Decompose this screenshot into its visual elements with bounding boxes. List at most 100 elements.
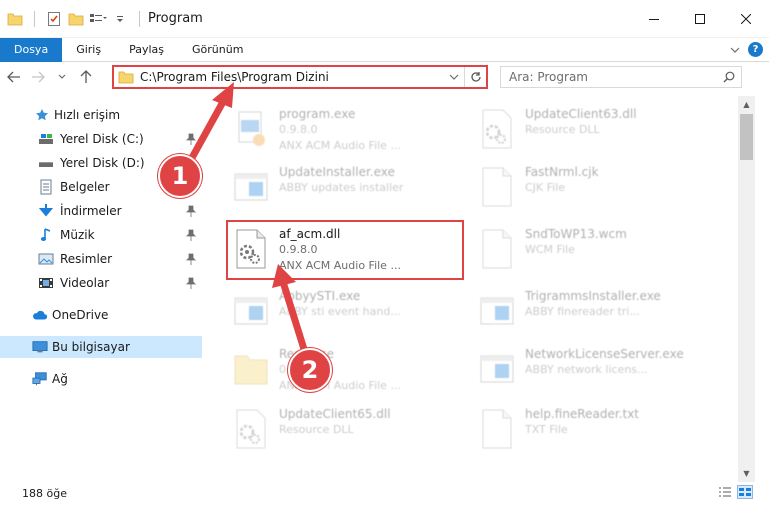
sidebar-item-label: Videolar bbox=[60, 276, 110, 290]
address-path[interactable]: C:\Program Files\Program Dizini bbox=[140, 70, 444, 84]
tiles-view-icon[interactable] bbox=[737, 485, 753, 499]
maximize-icon[interactable] bbox=[677, 0, 723, 38]
file-name: SndToWP13.wcm bbox=[525, 227, 627, 241]
sidebar-item-label: OneDrive bbox=[52, 308, 109, 322]
sidebar-item-music[interactable]: Müzik bbox=[0, 224, 202, 246]
file-description: ABBY finereader tri... bbox=[525, 305, 640, 318]
drive-icon bbox=[38, 155, 54, 171]
sidebar-item-label: Yerel Disk (C:) bbox=[60, 132, 144, 146]
step-badge-2: 2 bbox=[288, 348, 332, 392]
file-description: ABBY network licens... bbox=[525, 363, 648, 376]
file-description: ABBY sti event hand... bbox=[279, 305, 401, 318]
file-description: Resource DLL bbox=[525, 123, 600, 136]
address-dropdown-icon[interactable] bbox=[444, 67, 464, 87]
pin-icon[interactable] bbox=[186, 253, 196, 265]
file-name: FastNrml.cjk bbox=[525, 165, 599, 179]
refresh-icon[interactable] bbox=[464, 67, 486, 87]
file-description: WCM File bbox=[525, 243, 575, 256]
sidebar-item-local-disk-c[interactable]: Yerel Disk (C:) bbox=[0, 128, 202, 150]
folder-icon bbox=[118, 70, 134, 84]
help-icon[interactable]: ? bbox=[748, 42, 763, 57]
search-icon[interactable] bbox=[717, 67, 741, 87]
file-name: UpdateClient63.dll bbox=[525, 107, 637, 121]
back-icon[interactable] bbox=[4, 66, 24, 88]
close-icon[interactable] bbox=[723, 0, 769, 38]
download-icon bbox=[38, 203, 54, 219]
sidebar-item-downloads[interactable]: İndirmeler bbox=[0, 200, 202, 222]
toolbar-divider bbox=[139, 10, 140, 27]
file-name: AbbyySTI.exe bbox=[279, 289, 361, 303]
sidebar-item-quick-access[interactable]: Hızlı erişim bbox=[0, 104, 202, 126]
minimize-icon[interactable] bbox=[631, 0, 677, 38]
sidebar-item-this-pc[interactable]: Bu bilgisayar bbox=[0, 336, 202, 358]
quick-access-toolbar bbox=[6, 10, 146, 28]
tab-view[interactable]: Görünüm bbox=[178, 38, 257, 62]
expand-ribbon-icon[interactable] bbox=[730, 43, 740, 57]
address-bar[interactable]: C:\Program Files\Program Dizini bbox=[112, 65, 488, 89]
computer-icon bbox=[32, 339, 48, 355]
sidebar-item-network[interactable]: Ağ bbox=[0, 368, 202, 390]
tab-file[interactable]: Dosya bbox=[0, 37, 63, 62]
window-icon bbox=[480, 297, 514, 325]
star-icon bbox=[34, 107, 50, 123]
file-item[interactable]: UpdateClient65.dll Resource DLL bbox=[231, 402, 471, 460]
highlight-box bbox=[226, 220, 464, 280]
file-name: program.exe bbox=[279, 107, 356, 121]
file-version: 0.9.8.0 bbox=[279, 123, 318, 136]
pin-icon[interactable] bbox=[186, 205, 196, 217]
scroll-down-icon[interactable]: ▼ bbox=[738, 465, 755, 482]
file-item[interactable]: help.fineReader.txt TXT File bbox=[477, 402, 717, 460]
file-item[interactable]: UpdateClient63.dll Resource DLL bbox=[477, 102, 717, 160]
document-icon bbox=[482, 167, 512, 207]
window-icon bbox=[234, 173, 268, 201]
dll-icon bbox=[236, 409, 266, 449]
new-folder-icon[interactable] bbox=[67, 10, 85, 28]
tab-home[interactable]: Giriş bbox=[62, 38, 115, 62]
customize-toolbar-icon[interactable] bbox=[111, 10, 129, 28]
file-name: UpdateInstaller.exe bbox=[279, 165, 395, 179]
file-item[interactable]: SndToWP13.wcm WCM File bbox=[477, 222, 717, 280]
scrollbar-thumb[interactable] bbox=[740, 114, 753, 160]
search-input[interactable]: Ara: Program bbox=[509, 70, 717, 84]
up-icon[interactable] bbox=[76, 66, 96, 88]
toolbar-divider bbox=[34, 10, 35, 27]
forward-icon[interactable] bbox=[28, 66, 48, 88]
file-item[interactable]: FastNrml.cjk CJK File bbox=[477, 160, 717, 218]
sidebar-item-label: Yerel Disk (D:) bbox=[60, 156, 145, 170]
file-item[interactable]: Resource 0.9.8.0 ANX ACM Audio File ... bbox=[231, 342, 471, 400]
sidebar-item-label: Belgeler bbox=[60, 180, 110, 194]
file-description: ABBY updates installer bbox=[279, 181, 404, 194]
sidebar-item-videos[interactable]: Videolar bbox=[0, 272, 202, 294]
tab-share[interactable]: Paylaş bbox=[115, 38, 178, 62]
properties-icon[interactable] bbox=[45, 10, 63, 28]
search-box[interactable]: Ara: Program bbox=[500, 66, 742, 88]
window-title: Program bbox=[148, 11, 203, 26]
status-bar: 188 öğe bbox=[0, 482, 769, 504]
pin-icon[interactable] bbox=[186, 133, 196, 145]
navigation-bar: C:\Program Files\Program Dizini Ara: Pro… bbox=[0, 62, 769, 92]
step-badge-1: 1 bbox=[158, 154, 202, 198]
title-bar: Program bbox=[0, 0, 769, 38]
videos-icon bbox=[38, 275, 54, 291]
exe-icon bbox=[238, 111, 265, 146]
file-item[interactable]: UpdateInstaller.exe ABBY updates install… bbox=[231, 160, 471, 218]
sidebar-item-pictures[interactable]: Resimler bbox=[0, 248, 202, 270]
vertical-scrollbar[interactable]: ▲ ▼ bbox=[738, 96, 755, 482]
sidebar-item-onedrive[interactable]: OneDrive bbox=[0, 304, 202, 326]
file-item[interactable]: AbbyySTI.exe ABBY sti event hand... bbox=[231, 284, 471, 342]
drive-icon bbox=[38, 131, 54, 147]
scroll-up-icon[interactable]: ▲ bbox=[738, 96, 755, 113]
file-item[interactable]: NetworkLicenseServer.exe ABBY network li… bbox=[477, 342, 717, 400]
file-item[interactable]: program.exe 0.9.8.0 ANX ACM Audio File .… bbox=[231, 102, 471, 160]
details-view-icon[interactable] bbox=[717, 485, 733, 499]
window-controls bbox=[631, 0, 769, 38]
pin-icon[interactable] bbox=[186, 277, 196, 289]
file-item[interactable]: TrigrammsInstaller.exe ABBY finereader t… bbox=[477, 284, 717, 342]
sidebar-item-label: Müzik bbox=[60, 228, 95, 242]
network-icon bbox=[32, 371, 48, 387]
pin-icon[interactable] bbox=[186, 229, 196, 241]
ribbon-tabs: Dosya Giriş Paylaş Görünüm ? bbox=[0, 37, 769, 62]
folder-icon[interactable] bbox=[6, 10, 24, 28]
recent-locations-icon[interactable] bbox=[52, 66, 72, 88]
view-options-icon[interactable] bbox=[89, 10, 107, 28]
